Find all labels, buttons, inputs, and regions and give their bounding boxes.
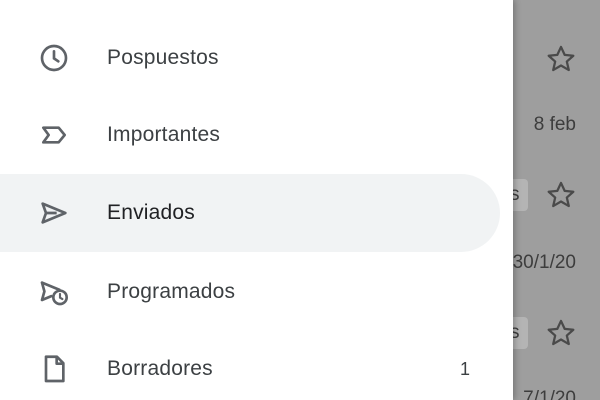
drawer-item-label: Enviados [107, 201, 195, 224]
email-date: 8 feb [533, 114, 576, 135]
drawer-item-label: Programados [107, 280, 236, 303]
drawer-item-label: Borradores [107, 357, 213, 380]
drawer-item-snoozed[interactable]: Pospuestos [0, 19, 500, 97]
schedule-send-icon [38, 276, 70, 308]
drawer-item-label: Pospuestos [107, 46, 219, 69]
draft-file-icon [38, 353, 70, 385]
star-icon[interactable] [544, 178, 578, 212]
star-icon[interactable] [544, 42, 578, 76]
drafts-count-badge: 1 [459, 358, 470, 379]
label-important-icon [38, 119, 70, 151]
email-date: 30/1/20 [512, 252, 576, 273]
drawer-item-drafts[interactable]: Borradores 1 [0, 330, 500, 400]
drawer-item-label: Importantes [107, 123, 221, 146]
drawer-item-scheduled[interactable]: Programados [0, 253, 500, 331]
email-date: 7/1/20 [523, 388, 576, 400]
star-icon[interactable] [544, 316, 578, 350]
clock-icon [38, 42, 70, 74]
gmail-screen: 8 feb s 30/1/20 s 7/1/20 Pospuestos Impo… [0, 0, 600, 400]
send-icon [38, 197, 70, 229]
drawer-item-important[interactable]: Importantes [0, 96, 500, 174]
drawer-item-sent[interactable]: Enviados [0, 174, 500, 252]
navigation-drawer: Pospuestos Importantes Enviados Programa… [0, 0, 513, 400]
